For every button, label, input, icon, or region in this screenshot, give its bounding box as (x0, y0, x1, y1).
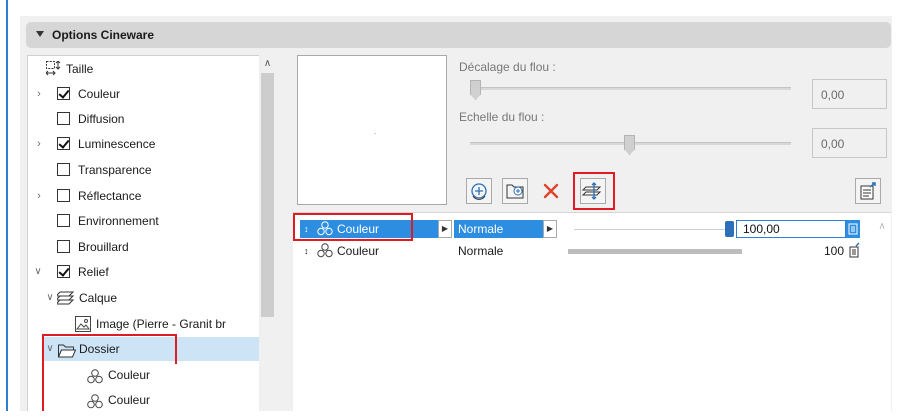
sort-handle-icon[interactable]: ↕ (304, 242, 314, 260)
size-icon (45, 60, 61, 77)
layer-name: Couleur (337, 244, 380, 258)
blur-offset-track[interactable] (470, 87, 791, 90)
mode-dropdown-icon[interactable]: ▶ (543, 220, 557, 238)
checkbox[interactable] (57, 137, 70, 150)
opacity-bar (568, 249, 742, 254)
layer-settings-icon[interactable] (847, 242, 861, 260)
tree-item-couleur-child[interactable]: Couleur (28, 363, 260, 387)
tree-item-reflectance[interactable]: › Réflectance (28, 184, 260, 208)
tree-item-couleur[interactable]: › Couleur (28, 82, 260, 106)
section-header[interactable] (26, 22, 891, 48)
checkbox[interactable] (57, 112, 70, 125)
tree-item-transparence[interactable]: Transparence (28, 158, 260, 182)
list-scroll-up-icon[interactable]: ∧ (876, 221, 888, 237)
shader-icon (317, 243, 333, 258)
tree-item-label: Calque (79, 291, 118, 305)
image-icon (75, 316, 91, 332)
material-preview (297, 55, 447, 205)
export-button[interactable] (855, 178, 881, 204)
tree-item-relief[interactable]: ∨ Relief (28, 260, 260, 284)
delete-icon (543, 183, 559, 199)
blur-offset-label: Décalage du flou : (459, 60, 556, 74)
tree-item-image[interactable]: Image (Pierre - Granit br (28, 312, 260, 336)
export-icon (860, 182, 876, 200)
tree-item-couleur-child[interactable]: Couleur (28, 388, 260, 412)
tree-item-brouillard[interactable]: Brouillard (28, 235, 260, 259)
checkbox[interactable] (57, 87, 70, 100)
tree-item-label: Brouillard (78, 240, 129, 254)
swap-button[interactable] (580, 178, 606, 204)
layer-row[interactable]: ↕ Couleur (300, 242, 445, 260)
tree-scrollbar-thumb[interactable] (261, 73, 274, 317)
blend-mode-label: Normale (458, 244, 504, 258)
scroll-up-icon[interactable]: ∧ (261, 58, 274, 70)
tree-item-taille[interactable]: Taille (28, 57, 260, 81)
shader-icon (87, 393, 103, 409)
add-shader-button[interactable] (466, 178, 492, 204)
tree-item-label: Luminescence (78, 137, 156, 151)
opacity-value-input[interactable]: 100,00 (736, 220, 846, 238)
tree-item-label: Environnement (78, 214, 159, 228)
layer-settings-icon[interactable] (846, 220, 860, 238)
tree-item-diffusion[interactable]: Diffusion (28, 107, 260, 131)
delete-button[interactable] (538, 178, 564, 204)
blur-scale-label: Echelle du flou : (459, 110, 545, 124)
checkbox[interactable] (57, 163, 70, 176)
checkbox[interactable] (57, 214, 70, 227)
checkbox[interactable] (57, 265, 70, 278)
tree-item-environnement[interactable]: Environnement (28, 209, 260, 233)
add-folder-button[interactable] (502, 178, 528, 204)
opacity-thumb[interactable] (725, 221, 734, 237)
tree-item-label: Relief (78, 265, 109, 279)
layers-icon (54, 290, 75, 306)
checkbox[interactable] (57, 240, 70, 253)
layer-list: ↕ Couleur ▶ Normale ▶ 100,00 ∧ ↕ Couleur… (293, 212, 891, 411)
opacity-track[interactable] (574, 229, 734, 230)
tree-item-label: Couleur (108, 368, 151, 382)
shader-icon (87, 368, 103, 384)
checkbox[interactable] (57, 189, 70, 202)
chevron-right-icon[interactable]: › (34, 82, 44, 106)
callout-dossier (42, 334, 177, 364)
tree-item-label: Diffusion (78, 112, 125, 126)
chevron-down-icon[interactable]: ∨ (33, 260, 43, 284)
expand-arrow-icon[interactable]: ▶ (438, 220, 452, 238)
window-edge (6, 0, 8, 411)
blur-offset-field[interactable]: 0,00 (812, 79, 887, 109)
tree-item-label: Couleur (78, 87, 121, 101)
chevron-right-icon[interactable]: › (34, 184, 44, 208)
blend-mode-select[interactable]: Normale (454, 220, 544, 238)
tree-item-label: Image (Pierre - Granit br (96, 317, 227, 331)
opacity-value: 100 (823, 244, 844, 258)
tree-item-luminescence[interactable]: › Luminescence (28, 132, 260, 156)
swap-icon (581, 182, 602, 200)
preview-dot (374, 133, 376, 134)
tree-item-calque[interactable]: ∨ Calque (28, 286, 260, 310)
section-title: Options Cineware (52, 28, 155, 42)
callout-layer-row (293, 213, 413, 241)
chevron-down-icon[interactable]: ∨ (45, 286, 55, 310)
chevron-right-icon[interactable]: › (34, 132, 44, 156)
tree-item-label: Transparence (78, 163, 152, 177)
tree-item-label: Couleur (108, 393, 151, 407)
collapse-arrow-icon[interactable] (36, 31, 44, 37)
tree-item-label: Taille (66, 62, 94, 76)
tree-item-label: Réflectance (78, 189, 142, 203)
add-folder-icon (506, 184, 524, 199)
callout-line (42, 362, 44, 411)
blur-scale-field[interactable]: 0,00 (812, 128, 887, 158)
add-shader-icon (471, 183, 487, 200)
